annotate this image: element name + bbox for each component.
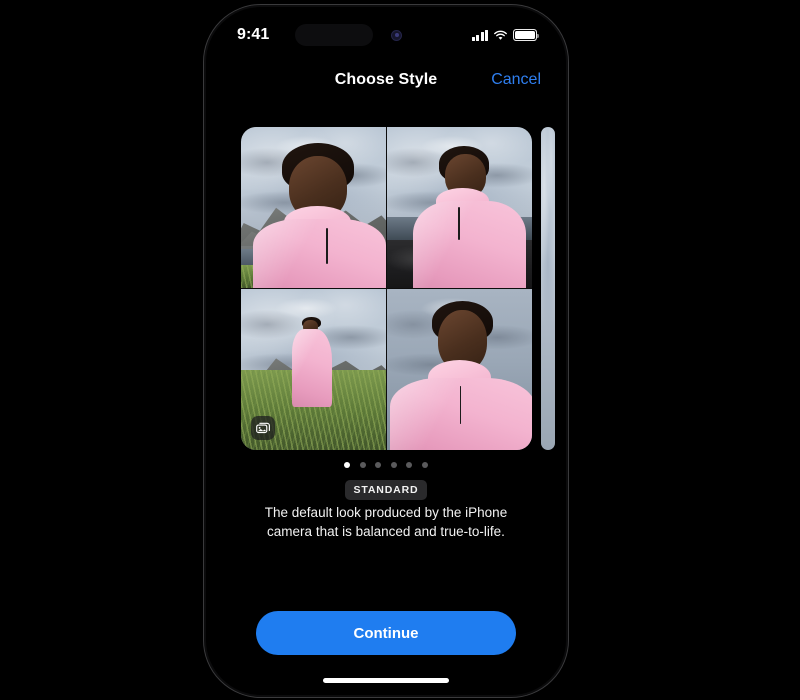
style-name-badge: STANDARD	[344, 480, 428, 500]
style-card-standard[interactable]	[241, 127, 532, 450]
pagination-dots[interactable]	[209, 462, 563, 468]
photo-stack-icon[interactable]	[251, 416, 275, 440]
page-title: Choose Style	[334, 71, 438, 88]
battery-full-icon	[513, 29, 539, 41]
home-indicator[interactable]	[323, 678, 449, 683]
style-preview-quadrant	[241, 127, 386, 288]
style-card-next-peek[interactable]	[541, 127, 555, 450]
nav-bar: Choose Style Cancel	[209, 60, 563, 100]
pagination-dot[interactable]	[359, 462, 366, 468]
status-bar-icons	[471, 29, 539, 41]
phone-screen: 9:41 Choose Style Cancel STANDARD The de…	[209, 10, 563, 692]
camera-active-indicator-icon	[390, 29, 403, 42]
style-preview-quadrant	[241, 289, 386, 450]
pagination-dot[interactable]	[421, 462, 428, 468]
status-bar-time: 9:41	[237, 26, 270, 43]
style-badge-row: STANDARD	[209, 480, 563, 500]
pagination-dot[interactable]	[375, 462, 382, 468]
status-bar: 9:41	[209, 10, 563, 60]
continue-button[interactable]: Continue	[256, 611, 516, 655]
dynamic-island	[295, 24, 373, 46]
style-preview-quadrant	[387, 127, 532, 288]
style-carousel[interactable]	[209, 127, 563, 450]
pagination-dot[interactable]	[390, 462, 397, 468]
wifi-icon	[494, 30, 507, 40]
pagination-dot[interactable]	[406, 462, 413, 468]
style-preview-quadrant	[387, 289, 532, 450]
cellular-signal-icon	[471, 29, 488, 41]
style-description: The default look produced by the iPhone …	[264, 505, 508, 539]
cancel-button[interactable]: Cancel	[491, 71, 541, 89]
screenshot-stage: 9:41 Choose Style Cancel STANDARD The de…	[0, 0, 800, 700]
pagination-dot[interactable]	[344, 462, 351, 468]
